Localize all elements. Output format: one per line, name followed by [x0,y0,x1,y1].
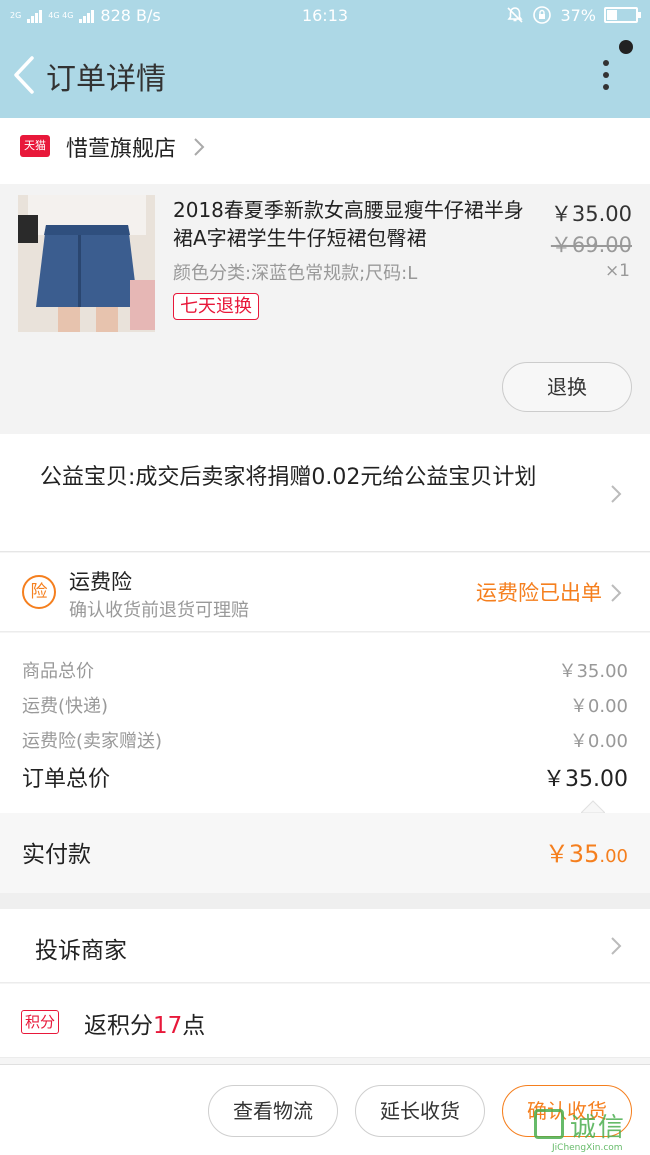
order-total-value: ￥35.00 [543,767,628,792]
product-price: ￥35.00 [550,202,632,226]
chevron-right-icon [611,584,622,602]
extend-receipt-button[interactable]: 延长收货 [355,1085,485,1137]
insurance-title: 运费险 [69,570,132,594]
nav-bar: 订单详情 [0,32,650,118]
complain-row[interactable]: 投诉商家 [0,909,650,983]
status-bar: 2G 4G 4G 828 B/s 16:13 37% [0,0,650,32]
summary-label: 运费(快递) [22,696,109,717]
paid-value-main: ￥35 [544,840,600,868]
caret-up-icon [581,800,605,813]
chevron-right-icon [611,937,622,955]
chevron-right-icon [611,485,622,503]
chevron-right-icon [194,138,205,156]
insurance-icon: 险 [22,575,56,609]
summary-value: ￥35.00 [558,661,628,682]
insurance-subtitle: 确认收货前退货可理赔 [69,600,249,621]
charity-text: 公益宝贝:成交后卖家将捐赠0.02元给公益宝贝计划 [40,465,537,490]
summary-value: ￥0.00 [569,696,628,717]
view-logistics-button[interactable]: 查看物流 [208,1085,338,1137]
paid-label: 实付款 [22,842,91,868]
complain-label: 投诉商家 [35,938,127,964]
points-count: 17 [153,1013,183,1039]
points-prefix: 返积分 [84,1013,153,1039]
shop-name[interactable]: 惜萱旗舰店 [66,131,176,163]
product-quantity: ×1 [604,261,630,281]
mute-icon [507,7,524,23]
summary-value: ￥0.00 [569,731,628,752]
bottom-action-bar: 查看物流 延长收货 确认收货 [0,1064,650,1155]
points-text: 返积分17点 [84,1006,205,1040]
product-image[interactable] [18,195,155,332]
confirm-receipt-button[interactable]: 确认收货 [502,1085,632,1137]
refund-button[interactable]: 退换 [502,362,632,412]
tmall-badge: 天猫 [20,135,50,157]
shipping-insurance-row[interactable]: 险 运费险 确认收货前退货可理赔 运费险已出单 [0,553,650,632]
product-title[interactable]: 2018春夏季新款女高腰显瘦牛仔裙半身裙A字裙学生牛仔短裙包臀裙 [173,196,533,252]
points-suffix: 点 [182,1013,206,1039]
paid-row: 实付款 ￥35.00 [0,813,650,893]
price-summary: 商品总价 ￥35.00 运费(快递) ￥0.00 运费险(卖家赠送) ￥0.00… [0,633,650,813]
status-right: 37% [506,5,641,25]
more-menu-icon[interactable] [592,56,620,96]
points-row: 积分 返积分17点 [0,984,650,1058]
rotation-lock-icon [533,6,552,24]
order-total-label: 订单总价 [22,767,111,792]
product-sku: 颜色分类:深蓝色常规款;尺码:L [173,263,418,284]
paid-value-decimal: .00 [599,846,628,867]
battery-percent: 37% [560,5,596,25]
charity-row[interactable]: 公益宝贝:成交后卖家将捐赠0.02元给公益宝贝计划 [0,434,650,552]
summary-label: 商品总价 [22,661,94,682]
notification-dot [619,40,633,54]
paid-value: ￥35.00 [545,834,628,869]
insurance-status: 运费险已出单 [476,581,602,605]
section-divider [0,893,650,909]
return-policy-tag: 七天退换 [173,293,259,320]
battery-fill [607,10,618,20]
goods-item[interactable]: 2018春夏季新款女高腰显瘦牛仔裙半身裙A字裙学生牛仔短裙包臀裙 颜色分类:深蓝… [0,184,650,434]
summary-label: 运费险(卖家赠送) [22,731,163,752]
back-arrow-icon[interactable] [8,52,42,98]
page-title: 订单详情 [46,62,166,97]
shop-row[interactable]: 天猫 惜萱旗舰店 [0,118,650,184]
battery-icon [604,7,641,23]
original-price: ￥69.00 [550,233,632,257]
points-badge: 积分 [21,1010,60,1034]
